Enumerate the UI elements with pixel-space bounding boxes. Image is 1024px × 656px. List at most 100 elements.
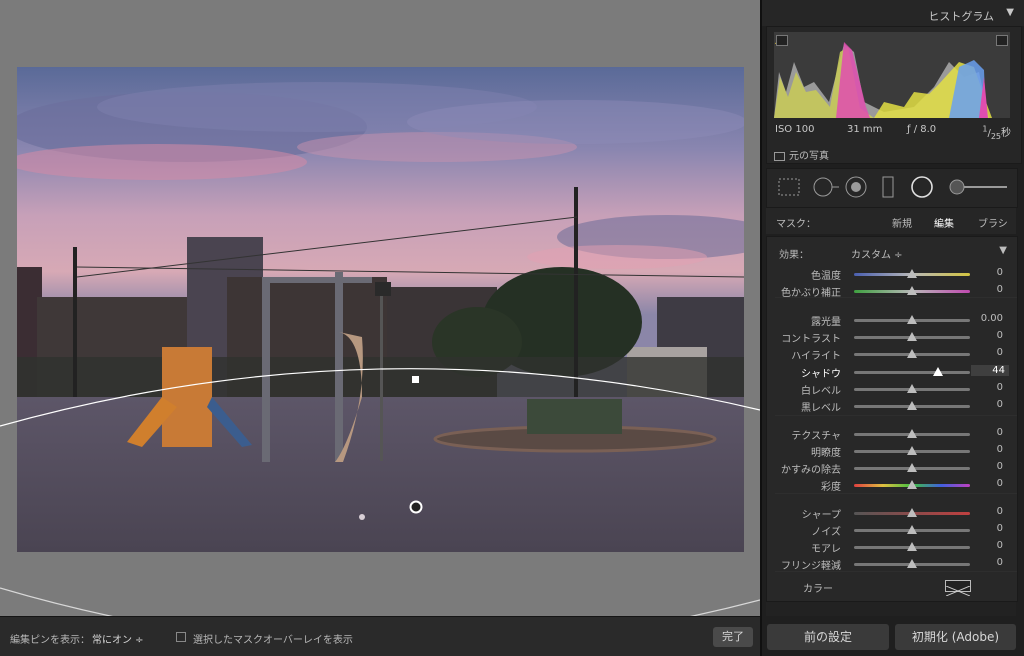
histogram-title: ヒストグラム [928,10,994,23]
graduated-filter-icon[interactable] [882,176,894,198]
slider-value[interactable]: 0 [997,382,1003,393]
slider-label: テクスチャ [791,431,841,442]
slider-thumb[interactable] [907,286,917,295]
slider-label: 露光量 [811,317,841,328]
slider-value[interactable]: 0 [997,267,1003,278]
slider-thumb[interactable] [907,384,917,393]
color-label: カラー [803,584,833,595]
slider-row-8[interactable]: テクスチャ 0 [767,427,1017,442]
slider-value[interactable]: 0 [997,399,1003,410]
reset-button[interactable]: 初期化 (Adobe) [895,624,1016,650]
slider-label: フリンジ軽減 [781,561,841,572]
adjustment-brush-icon[interactable] [949,179,1007,195]
slider-label: 白レベル [801,386,841,397]
slider-label: 黒レベル [801,403,841,414]
slider-value[interactable]: 0 [997,347,1003,358]
panel-scroll-hint [766,602,1016,616]
radial-filter-icon[interactable] [911,176,933,198]
slider-row-10[interactable]: かすみの除去 0 [767,461,1017,476]
slider-value[interactable]: 0 [997,461,1003,472]
slider-thumb[interactable] [932,367,943,376]
crop-overlay-icon[interactable] [778,178,800,196]
slider-value[interactable]: 0 [997,557,1003,568]
slider-value[interactable]: 0 [997,444,1003,455]
slider-value[interactable]: 0 [997,330,1003,341]
shadow-clipping-indicator[interactable] [776,35,788,46]
slider-row-9[interactable]: 明瞭度 0 [767,444,1017,459]
slider-row-0[interactable]: 色温度 0 [767,267,1017,282]
slider-value[interactable]: 0 [997,284,1003,295]
slider-label: シャドウ [801,369,841,380]
slider-label: 明瞭度 [811,448,841,459]
collapse-triangle-icon[interactable]: ▼ [1006,7,1014,18]
slider-row-14[interactable]: モアレ 0 [767,540,1017,555]
slider-thumb[interactable] [907,463,917,472]
slider-label: モアレ [811,544,841,555]
tool-strip [766,168,1018,208]
slider-row-1[interactable]: 色かぶり補正 0 [767,284,1017,299]
slider-thumb[interactable] [907,401,917,410]
effect-preset-select[interactable]: カスタム ÷ [851,246,903,261]
red-eye-icon[interactable] [845,176,867,198]
slider-value[interactable]: 0 [997,427,1003,438]
slider-thumb[interactable] [907,559,917,568]
slider-row-13[interactable]: ノイズ 0 [767,523,1017,538]
slider-row-3[interactable]: コントラスト 0 [767,330,1017,345]
toolbar-bottom: 編集ピンを表示： 常にオン ÷ 選択したマスクオーバーレイを表示 完了 [0,616,760,656]
edit-pin-label: 編集ピンを表示： [10,635,90,646]
original-photo-label: 元の写真 [789,151,829,162]
slider-thumb[interactable] [907,349,917,358]
edit-pin-select[interactable]: 常にオン ÷ [92,631,144,646]
slider-label: 色温度 [811,271,841,282]
histogram-header[interactable]: ヒストグラム ▼ [762,0,1024,26]
effect-disclosure-icon[interactable]: ▼ [999,245,1007,256]
spot-removal-icon[interactable] [813,177,839,197]
focal-length: 31 mm [847,124,883,135]
mask-edit-button[interactable]: 編集 [934,215,954,230]
slider-thumb[interactable] [907,525,917,534]
slider-label: ノイズ [811,527,841,538]
slider-thumb[interactable] [907,315,917,324]
slider-label: コントラスト [781,334,841,345]
slider-row-12[interactable]: シャープ 0 [767,506,1017,521]
mask-new-button[interactable]: 新規 [892,215,912,230]
color-swatch[interactable] [945,580,971,597]
highlight-clipping-indicator[interactable] [996,35,1008,46]
original-photo-toggle[interactable]: 元の写真 [774,147,829,162]
slider-value[interactable]: 44 [971,365,1009,376]
slider-row-5[interactable]: シャドウ 44 [767,365,1017,380]
aperture-value: ƒ / 8.0 [907,124,937,135]
slider-label: 彩度 [821,482,841,493]
slider-thumb[interactable] [907,508,917,517]
previous-settings-button[interactable]: 前の設定 [767,624,889,650]
slider-row-6[interactable]: 白レベル 0 [767,382,1017,397]
adjustment-sliders: 効果： カスタム ÷ ▼ 色温度 0 色かぶり補正 0 露光量 0.00 コントラスト 0 ハイ… [766,236,1018,602]
exif-row: ISO 100 31 mm ƒ / 8.0 1/25秒 [775,124,1011,141]
slider-row-15[interactable]: フリンジ軽減 0 [767,557,1017,572]
slider-track[interactable] [854,371,970,374]
slider-label: ハイライト [791,351,841,362]
slider-value[interactable]: 0 [997,540,1003,551]
slider-row-7[interactable]: 黒レベル 0 [767,399,1017,414]
mask-label: マスク： [776,219,816,230]
slider-thumb[interactable] [907,542,917,551]
done-button[interactable]: 完了 [713,627,753,647]
slider-value[interactable]: 0.00 [981,313,1003,324]
slider-thumb[interactable] [907,446,917,455]
slider-row-11[interactable]: 彩度 0 [767,478,1017,493]
overlay-checkbox[interactable] [176,632,186,642]
slider-thumb[interactable] [907,269,917,278]
slider-thumb[interactable] [907,332,917,341]
mask-brush-button[interactable]: ブラシ [978,215,1008,230]
shutter-value: 1/25秒 [982,124,1011,141]
slider-value[interactable]: 0 [997,478,1003,489]
checkbox-icon[interactable] [774,151,785,161]
slider-row-2[interactable]: 露光量 0.00 [767,313,1017,328]
slider-row-4[interactable]: ハイライト 0 [767,347,1017,362]
photo-preview[interactable] [17,67,744,552]
slider-thumb[interactable] [907,429,917,438]
slider-value[interactable]: 0 [997,506,1003,517]
slider-thumb[interactable] [907,480,917,489]
slider-value[interactable]: 0 [997,523,1003,534]
image-canvas[interactable] [0,0,760,616]
